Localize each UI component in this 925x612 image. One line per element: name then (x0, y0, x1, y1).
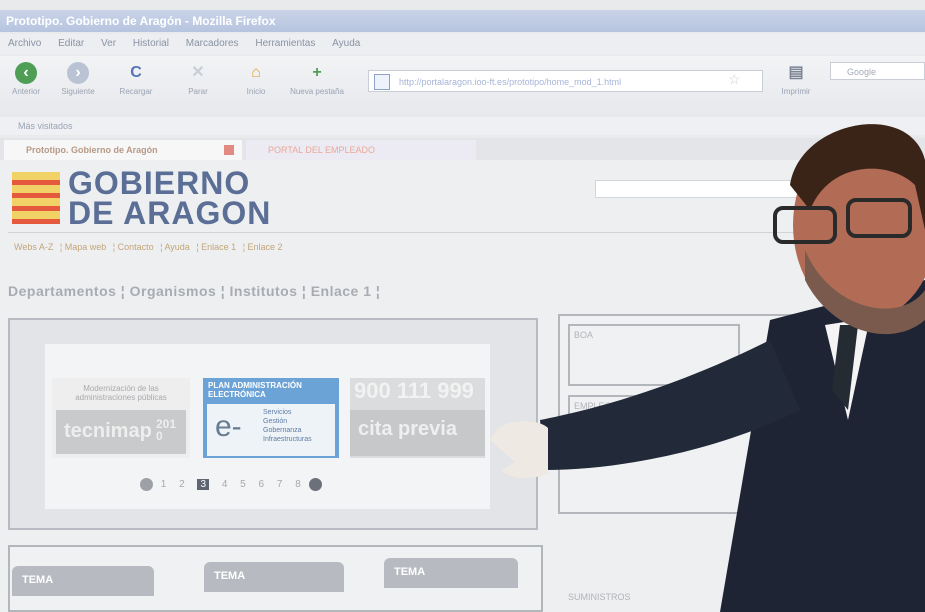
man-pointing-photo (490, 124, 925, 612)
menu-editar[interactable]: Editar (58, 38, 84, 49)
e-admin-box: e- Servicios Gestión Gobernanza Infraest… (207, 404, 335, 456)
menu-ayuda[interactable]: Ayuda (332, 38, 360, 49)
banner-tecnimap[interactable]: Modernización de las administraciones pú… (52, 378, 190, 458)
back-button[interactable]: ‹ Anterior (0, 62, 52, 96)
window-title: Prototipo. Gobierno de Aragón - Mozilla … (0, 10, 925, 32)
link-contacto[interactable]: Contacto (118, 242, 154, 252)
top-links: Webs A-Z ¦ Mapa web ¦ Contacto ¦ Ayuda ¦… (14, 242, 283, 252)
link-webs-az[interactable]: Webs A-Z (14, 242, 53, 252)
menu-historial[interactable]: Historial (133, 38, 169, 49)
pager-4[interactable]: 4 (222, 479, 228, 490)
bookmark-most-visited[interactable]: Más visitados (18, 121, 73, 131)
new-tab-label: Nueva pestaña (290, 87, 344, 96)
link-enlace-2[interactable]: Enlace 2 (248, 242, 283, 252)
page-icon (374, 74, 390, 90)
pager-next-icon[interactable] (308, 478, 322, 491)
new-tab-button[interactable]: + Nueva pestaña (282, 62, 352, 96)
e-item-gobernanza: Gobernanza (263, 427, 302, 434)
aragon-flag-logo (12, 172, 60, 224)
e-symbol: e- (215, 410, 242, 443)
back-arrow-icon: ‹ (15, 62, 37, 84)
stop-icon: ✕ (191, 64, 205, 81)
home-label: Inicio (246, 87, 266, 96)
cita-label: cita previa (358, 418, 457, 440)
forward-button[interactable]: › Siguiente (52, 62, 104, 96)
pager-2[interactable]: 2 (179, 479, 185, 490)
pager-5[interactable]: 5 (240, 479, 246, 490)
site-logo[interactable]: GOBIERNO DE ARAGON (68, 165, 272, 231)
cita-phone: 900 111 999 (354, 378, 474, 403)
forward-arrow-icon: › (67, 62, 89, 84)
menu-bar: Archivo Editar Ver Historial Marcadores … (0, 34, 925, 54)
menu-marcadores[interactable]: Marcadores (186, 38, 239, 49)
pager-prev-icon[interactable] (140, 478, 153, 491)
tecnimap-year: 2010 (156, 417, 177, 443)
stop-label: Parar (188, 87, 208, 96)
new-tab-icon: + (312, 64, 322, 81)
star-icon[interactable]: ☆ (728, 71, 741, 88)
tecnimap-logo-box: tecnimap 2010 (56, 410, 186, 454)
menu-herramientas[interactable]: Herramientas (255, 38, 315, 49)
banner-plan-title: PLAN ADMINISTRACIÓN ELECTRÓNICA (208, 381, 302, 399)
cita-box: cita previa (350, 410, 485, 456)
e-item-infraestructuras: Infraestructuras (263, 436, 312, 443)
back-label: Anterior (11, 87, 40, 96)
tema-card-1[interactable]: TEMA (12, 566, 154, 596)
tab-prototipo-label: Prototipo. Gobierno de Aragón (26, 145, 158, 155)
forward-label: Siguiente (61, 87, 95, 96)
departments-nav[interactable]: Departamentos ¦ Organismos ¦ Institutos … (8, 283, 380, 299)
tecnimap-brand: tecnimap (64, 420, 152, 442)
banner-tecnimap-text: Modernización de las administraciones pú… (75, 384, 167, 402)
menu-archivo[interactable]: Archivo (8, 38, 41, 49)
e-item-gestion: Gestión (263, 418, 288, 425)
search-input[interactable]: Google (830, 62, 925, 80)
tab-portal-empleado[interactable]: PORTAL DEL EMPLEADO (246, 140, 476, 160)
tab-portal-empleado-label: PORTAL DEL EMPLEADO (268, 145, 376, 155)
tema-card-2[interactable]: TEMA (204, 562, 344, 592)
carousel-pager: 1 2 3 4 5 6 7 8 (140, 478, 322, 491)
e-item-servicios: Servicios (263, 409, 292, 416)
reload-icon: C (130, 64, 142, 81)
home-icon: ⌂ (251, 64, 261, 81)
printer-icon: ▤ (788, 64, 804, 81)
e-admin-items: Servicios Gestión Gobernanza Infraestruc… (263, 408, 312, 444)
pager-6[interactable]: 6 (259, 479, 265, 490)
logo-line-1: GOBIERNO (68, 165, 251, 201)
tema-3-label: TEMA (394, 566, 426, 578)
home-button[interactable]: ⌂ Inicio (230, 62, 282, 96)
reload-button[interactable]: C Recargar (110, 62, 162, 96)
link-mapa-web[interactable]: Mapa web (65, 242, 107, 252)
pager-1[interactable]: 1 (161, 479, 167, 490)
menu-ver[interactable]: Ver (101, 38, 116, 49)
pager-7[interactable]: 7 (277, 479, 283, 490)
tema-2-label: TEMA (214, 570, 246, 582)
pager-8[interactable]: 8 (295, 479, 301, 490)
close-tab-icon[interactable] (224, 145, 234, 155)
stop-button[interactable]: ✕ Parar (172, 62, 224, 96)
reload-label: Recargar (119, 87, 153, 96)
url-input[interactable]: http://portalaragon.ioo-ft.es/prototipo/… (368, 70, 763, 92)
logo-line-2: DE ARAGON (68, 195, 272, 231)
link-enlace-1[interactable]: Enlace 1 (201, 242, 236, 252)
pager-3-active[interactable]: 3 (197, 479, 210, 491)
tema-1-label: TEMA (22, 574, 54, 586)
banner-administracion-electronica[interactable]: PLAN ADMINISTRACIÓN ELECTRÓNICA e- Servi… (203, 378, 339, 458)
link-ayuda[interactable]: Ayuda (164, 242, 189, 252)
banner-cita-previa[interactable]: 900 111 999 cita previa (350, 378, 485, 458)
tab-prototipo[interactable]: Prototipo. Gobierno de Aragón (4, 140, 242, 160)
gloved-hand (490, 421, 548, 479)
